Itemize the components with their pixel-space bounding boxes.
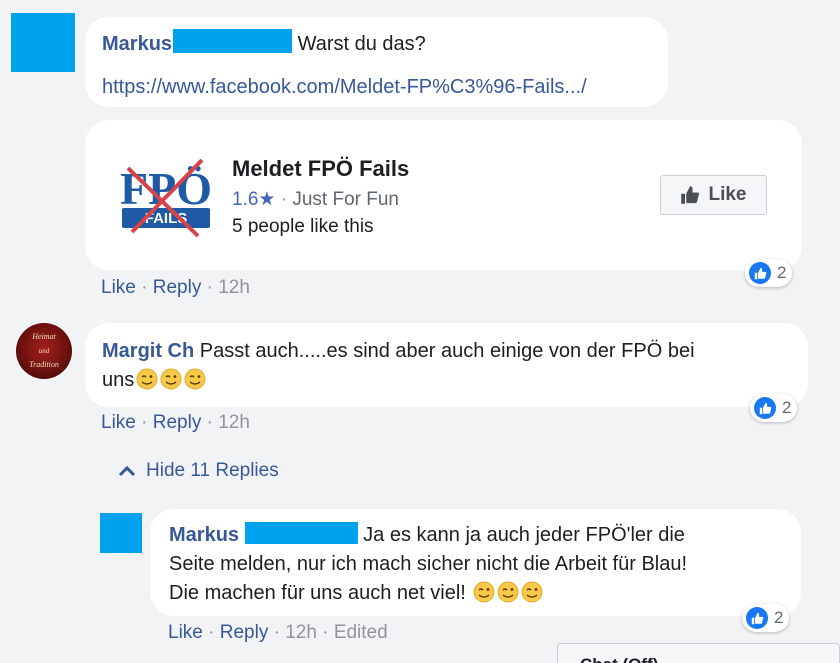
comment-author[interactable]: Markus: [102, 33, 172, 55]
comment-text: Passt auch.....es sind aber auch einige …: [199, 340, 695, 362]
wink-emoji-icon: [182, 368, 206, 391]
like-link[interactable]: Like: [101, 277, 136, 298]
timestamp[interactable]: 12h: [218, 412, 250, 433]
chat-bar[interactable]: Chat (Off): [557, 643, 840, 663]
wink-emoji-icon: [134, 368, 158, 391]
reaction-summary[interactable]: 2: [742, 604, 790, 632]
wink-emoji-icon: [495, 581, 519, 604]
chevron-up-icon: [118, 465, 136, 477]
chat-bar-label: Chat (Off): [580, 655, 658, 663]
avatar[interactable]: [100, 513, 142, 553]
reply-text-line: Die machen für uns auch net viel!: [169, 582, 466, 604]
reply-link[interactable]: Reply: [153, 412, 202, 433]
reaction-count: 2: [782, 398, 792, 417]
page-likes: 5 people like this: [232, 216, 374, 237]
reaction-count: 2: [774, 608, 784, 627]
page-like-button[interactable]: Like: [660, 175, 767, 215]
reply-link[interactable]: Reply: [220, 622, 269, 643]
svg-text:Heimat: Heimat: [31, 332, 56, 341]
separator: ·: [280, 189, 293, 210]
link-preview-card[interactable]: FPÖ FAILS Meldet FPÖ Fails 1.6★ · Just F…: [85, 120, 802, 270]
reply-bubble: Markus Ja es kann ja auch jeder FPÖ'ler …: [150, 509, 801, 616]
like-link[interactable]: Like: [101, 412, 136, 433]
redacted-name: [244, 522, 358, 544]
like-reaction-icon: [754, 397, 776, 419]
edited-label[interactable]: Edited: [334, 622, 388, 643]
svg-text:Tradition: Tradition: [29, 360, 59, 369]
wink-emoji-icon: [471, 581, 495, 604]
timestamp[interactable]: 12h: [218, 277, 250, 298]
reply-actions: Like · Reply · 12h · Edited: [168, 622, 388, 643]
page-like-label: Like: [708, 184, 747, 205]
wink-emoji-icon: [519, 581, 543, 604]
comment-author[interactable]: Margit Ch: [102, 340, 194, 362]
svg-text:und: und: [39, 347, 50, 355]
comment-actions: Like · Reply · 12h: [101, 412, 250, 433]
comment-link[interactable]: https://www.facebook.com/Meldet-FP%C3%96…: [102, 76, 651, 99]
like-reaction-icon: [749, 262, 771, 284]
reply-text: Ja es kann ja auch jeder FPÖ'ler die: [363, 524, 685, 546]
page-category: Just For Fun: [292, 189, 400, 210]
reply-author[interactable]: Markus: [169, 524, 239, 546]
avatar[interactable]: [11, 13, 75, 72]
page-logo: FPÖ FAILS: [118, 156, 214, 240]
hide-replies-link[interactable]: Hide 11 Replies: [118, 460, 279, 482]
reaction-summary[interactable]: 2: [745, 259, 793, 287]
timestamp[interactable]: 12h: [285, 622, 317, 643]
wink-emoji-icon: [158, 368, 182, 391]
reaction-summary[interactable]: 2: [750, 394, 798, 422]
avatar[interactable]: Heimat und Tradition: [16, 323, 72, 379]
page-rating: 1.6: [232, 189, 259, 210]
redacted-name: [173, 29, 293, 53]
reply-text-line: Seite melden, nur ich mach sicher nicht …: [169, 553, 688, 575]
star-icon: ★: [258, 189, 276, 210]
page-title[interactable]: Meldet FPÖ Fails: [232, 156, 409, 182]
thumbs-up-icon: [680, 185, 700, 205]
comment-text: Warst du das?: [297, 33, 426, 55]
reaction-count: 2: [777, 263, 787, 282]
like-link[interactable]: Like: [168, 622, 203, 643]
like-reaction-icon: [746, 607, 768, 629]
comment-bubble: Margit Ch Passt auch.....es sind aber au…: [85, 323, 808, 407]
comment-bubble: Markus Warst du das? https://www.faceboo…: [85, 17, 668, 107]
comment-text-cont: uns: [102, 369, 135, 391]
comment-actions: Like · Reply · 12h: [101, 277, 250, 298]
reply-link[interactable]: Reply: [153, 277, 202, 298]
hide-replies-label: Hide 11 Replies: [146, 460, 279, 481]
